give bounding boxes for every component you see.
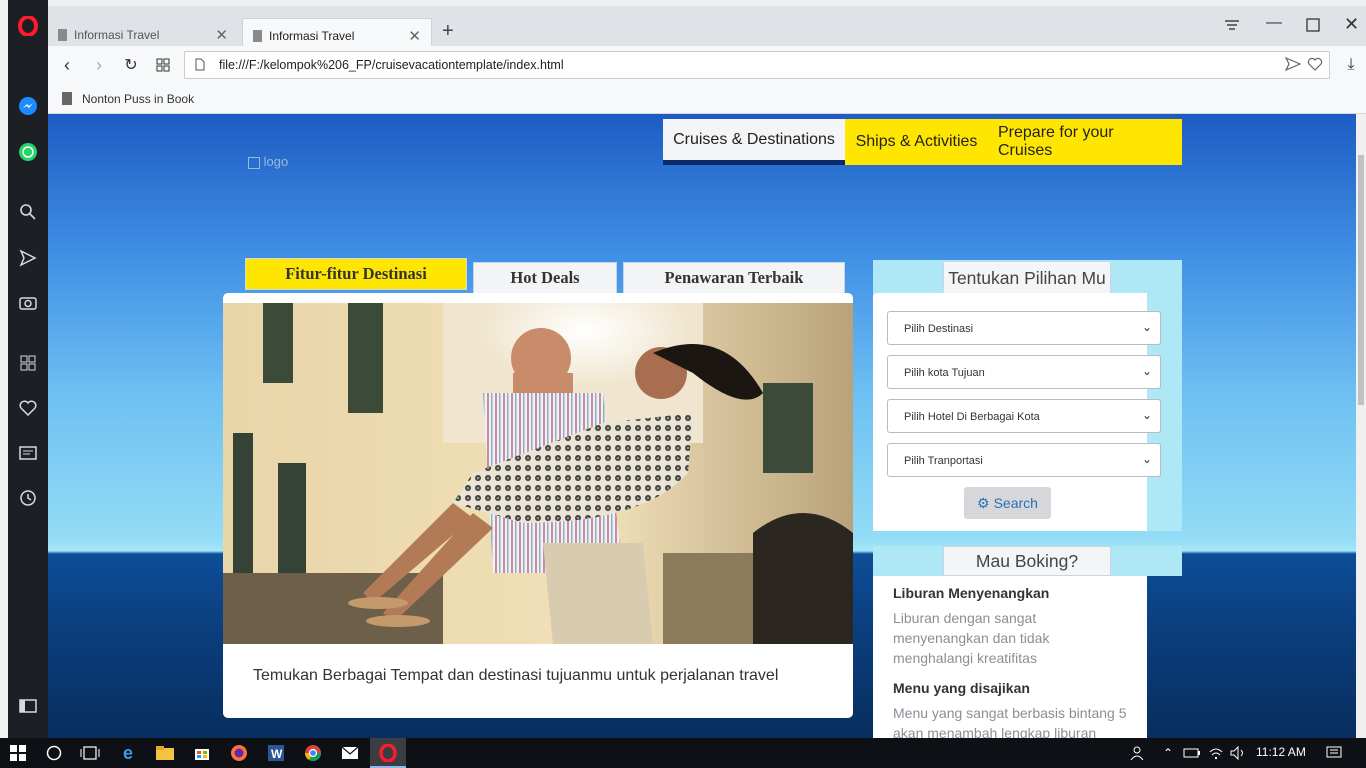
- page-icon: [195, 58, 205, 74]
- opera-taskbar-button[interactable]: [370, 738, 406, 768]
- opera-sidebar: [8, 0, 48, 738]
- notifications-icon[interactable]: [1324, 743, 1344, 763]
- cortana-icon[interactable]: [44, 743, 64, 763]
- store-icon[interactable]: [192, 743, 212, 763]
- volume-icon[interactable]: [1228, 743, 1248, 763]
- logo-image[interactable]: logo: [248, 154, 288, 169]
- nav-cruises-destinations[interactable]: Cruises & Destinations: [663, 119, 845, 165]
- word-icon[interactable]: W: [266, 743, 286, 763]
- select-value: Pilih kota Tujuan: [904, 367, 985, 379]
- booking-item-text: Liburan dengan sangat menyenangkan dan t…: [893, 610, 1050, 666]
- chevron-down-icon: ⌄: [1141, 452, 1152, 466]
- featured-caption: Temukan Berbagai Tempat dan destinasi tu…: [253, 667, 779, 684]
- firefox-icon[interactable]: [229, 743, 249, 763]
- reload-button[interactable]: ↻: [120, 54, 142, 76]
- chevron-up-icon[interactable]: ⌃: [1158, 743, 1178, 763]
- address-bar-row: ‹ › ↻ file:///F:/kelompok%206_FP/cruisev…: [48, 46, 1366, 86]
- back-button[interactable]: ‹: [56, 54, 78, 76]
- select-value: Pilih Hotel Di Berbagai Kota: [904, 411, 1040, 423]
- battery-icon[interactable]: [1182, 743, 1202, 763]
- mail-icon[interactable]: [340, 743, 360, 763]
- search-button[interactable]: ⚙ Search: [964, 487, 1051, 519]
- tab-title: Informasi Travel: [74, 28, 160, 42]
- tab-menu-icon[interactable]: [1224, 18, 1240, 35]
- bookmark-heart-icon[interactable]: [1307, 57, 1323, 74]
- booking-item-title: Liburan Menyenangkan: [893, 585, 1050, 601]
- bookmarks-bar: Nonton Puss in Book: [48, 86, 1366, 114]
- search-box-title: Tentukan Pilihan Mu: [943, 261, 1111, 295]
- search-icon[interactable]: [16, 200, 40, 224]
- booking-box: Liburan Menyenangkan Liburan dengan sang…: [873, 576, 1147, 738]
- close-tab-icon[interactable]: ✕: [215, 26, 228, 44]
- task-view-icon[interactable]: [80, 743, 100, 763]
- search-box: Pilih Destinasi ⌄ Pilih kota Tujuan ⌄ Pi…: [873, 293, 1182, 531]
- logo-alt-text: logo: [263, 154, 289, 169]
- document-icon: [58, 29, 67, 41]
- document-icon: [62, 92, 72, 108]
- featured-photo[interactable]: [223, 303, 853, 644]
- camera-icon[interactable]: [16, 290, 40, 314]
- select-kota-tujuan[interactable]: Pilih kota Tujuan ⌄: [887, 355, 1161, 389]
- tab-strip: Informasi Travel ✕ Informasi Travel ✕ + …: [48, 0, 1366, 52]
- speed-dial-icon[interactable]: [16, 351, 40, 375]
- gear-icon: ⚙: [977, 494, 990, 511]
- edge-icon[interactable]: e: [118, 743, 138, 763]
- file-explorer-icon[interactable]: [155, 743, 175, 763]
- search-button-label: Search: [993, 495, 1038, 511]
- tab-fitur-destinasi[interactable]: Fitur-fitur Destinasi: [245, 258, 467, 290]
- tab-penawaran-terbaik[interactable]: Penawaran Terbaik: [623, 262, 845, 294]
- bookmark-item[interactable]: Nonton Puss in Book: [82, 92, 194, 106]
- nav-ships-activities[interactable]: Ships & Activities: [845, 119, 988, 165]
- url-input[interactable]: file:///F:/kelompok%206_FP/cruisevacatio…: [184, 51, 1330, 79]
- sidebar-toggle-icon[interactable]: [16, 694, 40, 718]
- opera-logo-icon[interactable]: [16, 14, 40, 38]
- maximize-button[interactable]: [1306, 18, 1320, 37]
- forward-button[interactable]: ›: [88, 54, 110, 76]
- windows-taskbar: e W ⌃ 11:12 AM: [0, 738, 1366, 768]
- featured-panel: Temukan Berbagai Tempat dan destinasi tu…: [223, 293, 853, 718]
- nav-prepare-cruises[interactable]: Prepare for your Cruises: [988, 119, 1182, 165]
- tab-title: Informasi Travel: [269, 28, 355, 43]
- select-destinasi[interactable]: Pilih Destinasi ⌄: [887, 311, 1161, 345]
- chevron-down-icon: ⌄: [1141, 364, 1152, 378]
- send-icon[interactable]: [16, 246, 40, 270]
- close-window-button[interactable]: ✕: [1344, 14, 1359, 35]
- select-transportasi[interactable]: Pilih Tranportasi ⌄: [887, 443, 1161, 477]
- history-icon[interactable]: [16, 486, 40, 510]
- window-edge: [0, 0, 8, 738]
- scrollbar-thumb[interactable]: [1358, 155, 1364, 405]
- new-tab-button[interactable]: +: [442, 20, 454, 43]
- select-value: Pilih Tranportasi: [904, 455, 983, 467]
- news-icon[interactable]: [16, 441, 40, 465]
- messenger-icon[interactable]: [16, 94, 40, 118]
- minimize-button[interactable]: —: [1266, 14, 1282, 32]
- webpage: logo Cruises & Destinations Ships & Acti…: [48, 114, 1356, 738]
- booking-box-title: Mau Boking?: [943, 546, 1111, 576]
- chevron-down-icon: ⌄: [1141, 408, 1152, 422]
- close-tab-icon[interactable]: ✕: [408, 27, 421, 45]
- windows-start-icon[interactable]: [8, 743, 28, 763]
- download-icon[interactable]: ⤓: [1340, 54, 1362, 76]
- document-icon: [253, 29, 262, 42]
- heart-icon[interactable]: [16, 396, 40, 420]
- people-icon[interactable]: [1128, 743, 1148, 763]
- tab-overview-button[interactable]: [152, 54, 174, 76]
- tab-hot-deals[interactable]: Hot Deals: [473, 262, 617, 294]
- booking-item-text: Menu yang sangat berbasis bintang 5 akan…: [893, 705, 1127, 738]
- select-hotel[interactable]: Pilih Hotel Di Berbagai Kota ⌄: [887, 399, 1161, 433]
- select-value: Pilih Destinasi: [904, 323, 974, 335]
- wifi-icon[interactable]: [1206, 743, 1226, 763]
- clock-time[interactable]: 11:12 AM: [1256, 745, 1306, 759]
- whatsapp-icon[interactable]: [16, 140, 40, 164]
- svg-text:W: W: [271, 747, 283, 761]
- booking-item-title: Menu yang disajikan: [893, 680, 1030, 696]
- send-page-icon[interactable]: [1284, 56, 1302, 74]
- chrome-icon[interactable]: [303, 743, 323, 763]
- chevron-down-icon: ⌄: [1141, 320, 1152, 334]
- url-text: file:///F:/kelompok%206_FP/cruisevacatio…: [219, 58, 564, 72]
